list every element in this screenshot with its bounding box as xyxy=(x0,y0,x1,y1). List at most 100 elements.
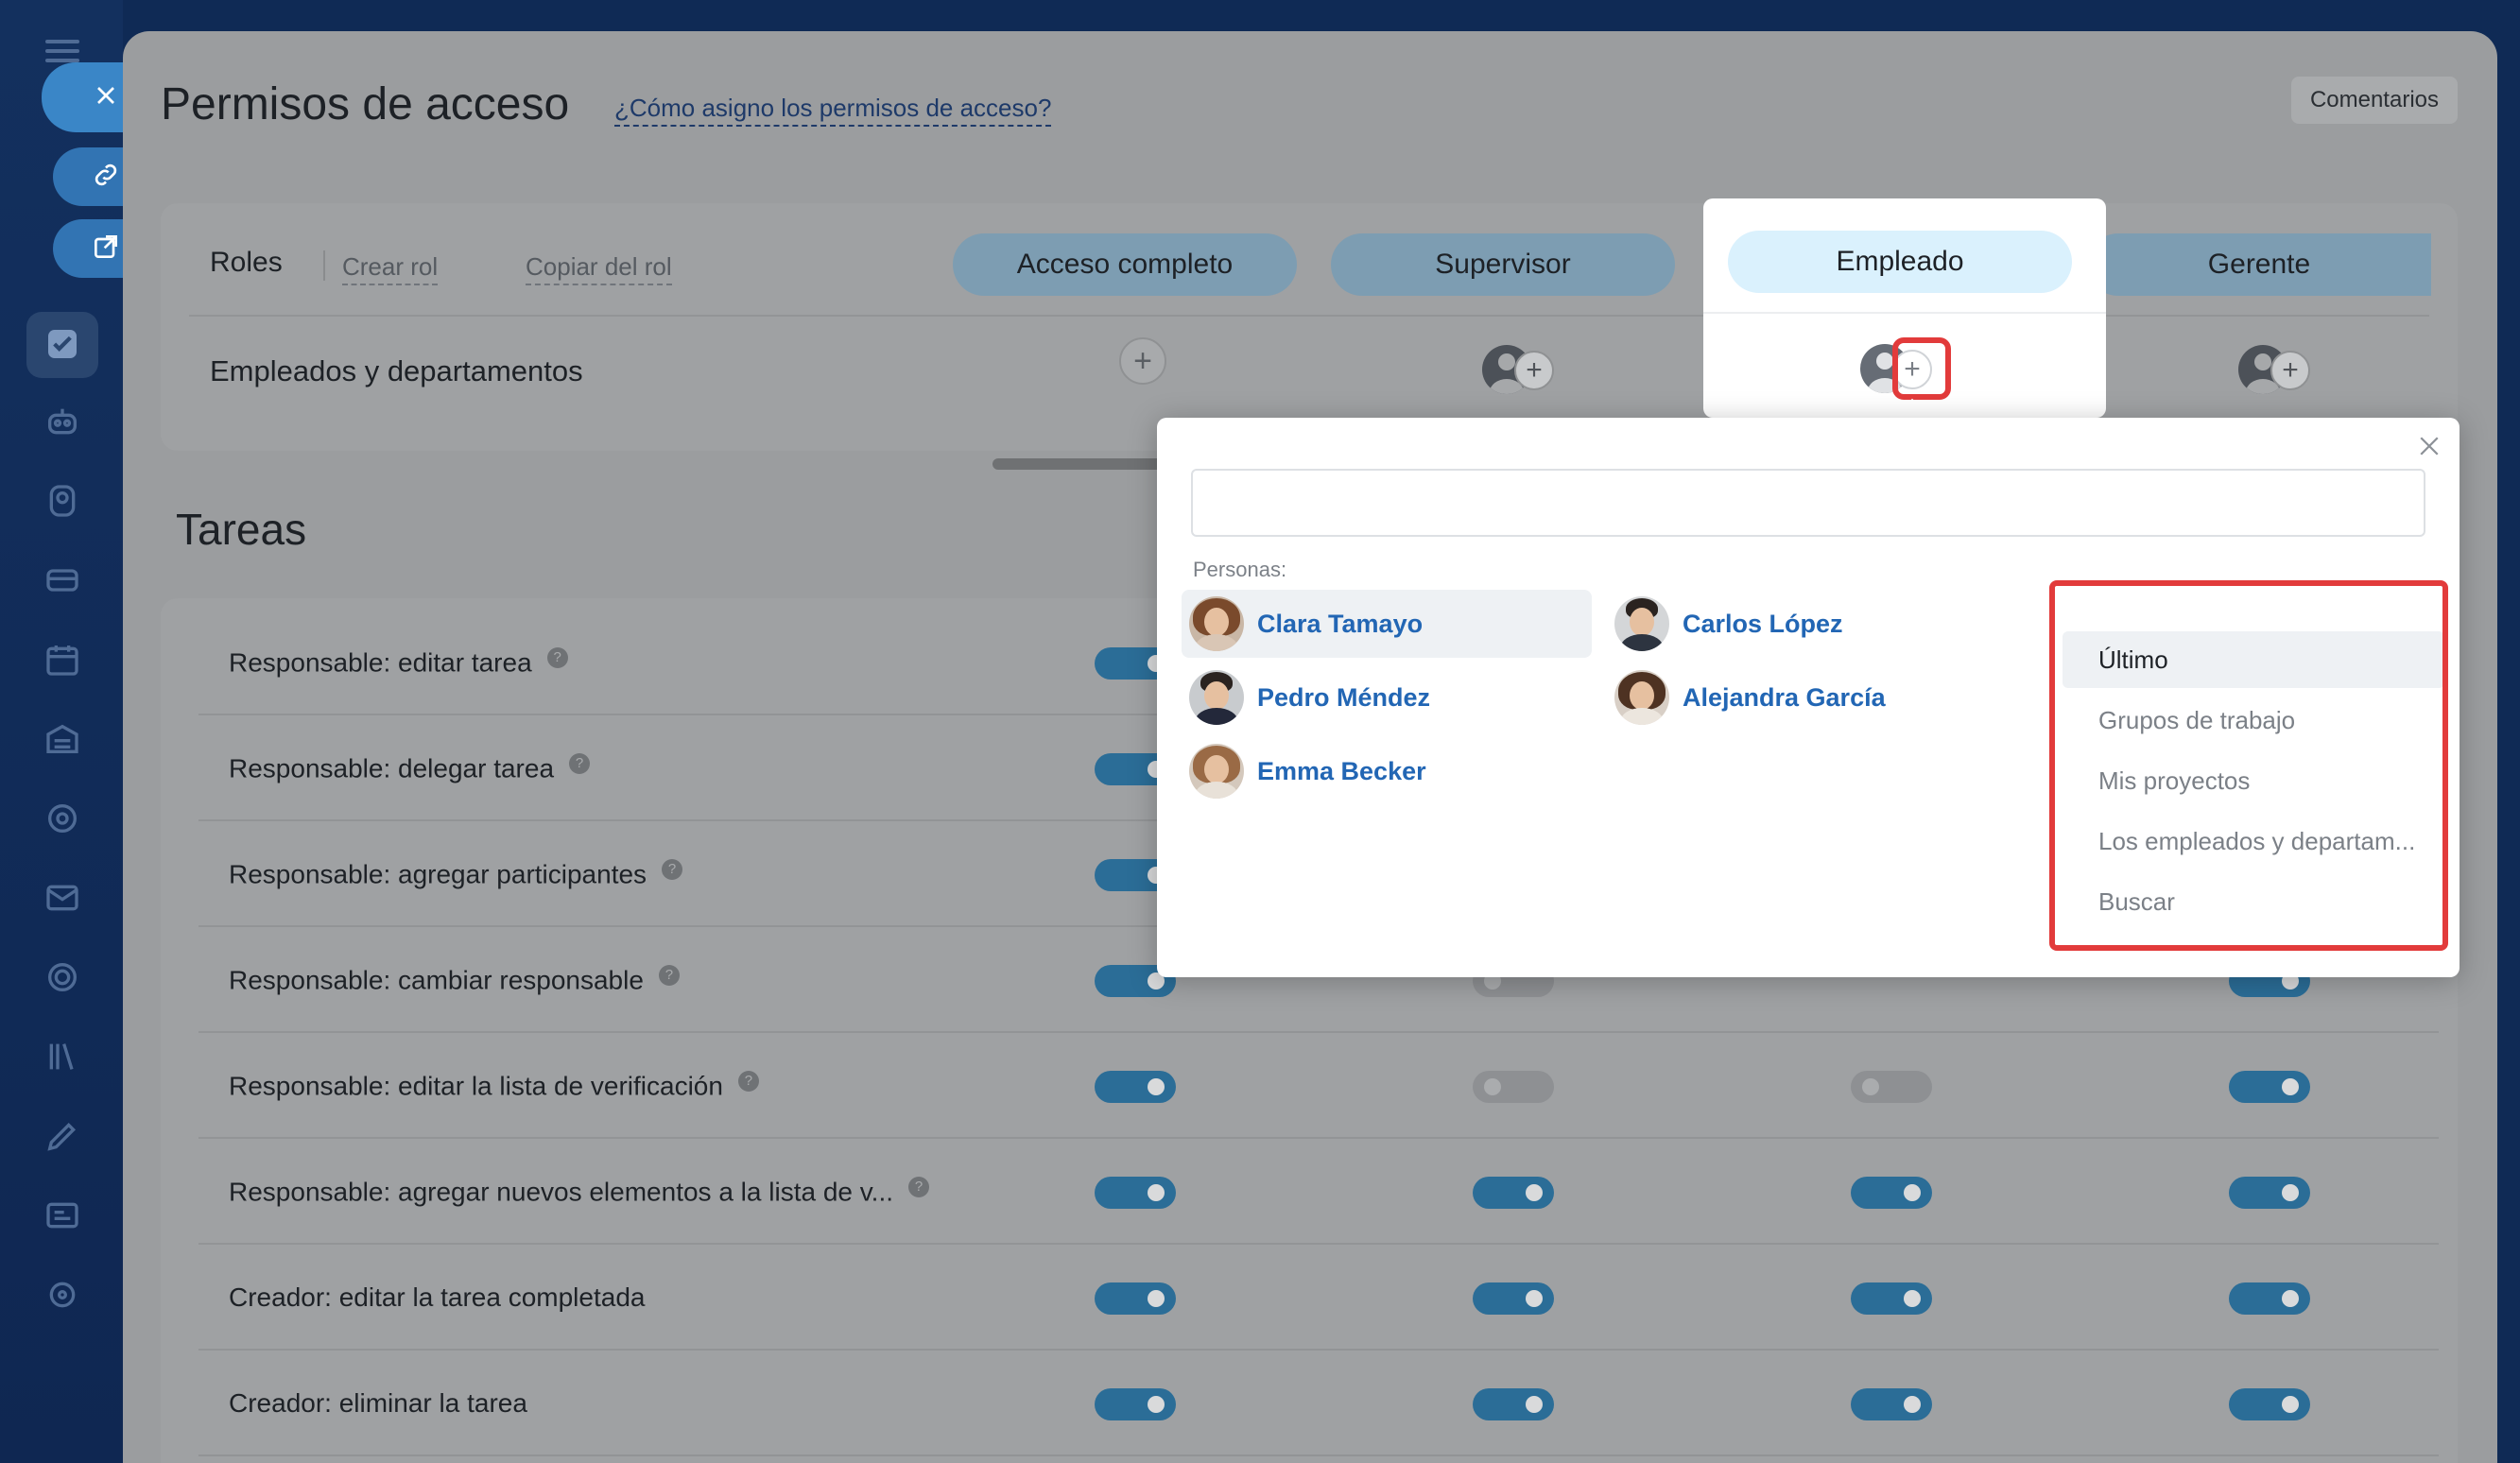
permission-toggle[interactable] xyxy=(1851,1282,1932,1315)
robot-icon[interactable] xyxy=(38,397,87,446)
permission-toggle[interactable] xyxy=(1095,1388,1176,1420)
task-permission-row: Responsable: agregar nuevos elementos a … xyxy=(198,1139,2439,1245)
warehouse-icon[interactable] xyxy=(38,714,87,764)
task-permission-label: Responsable: cambiar responsable? xyxy=(229,965,680,995)
toggle-knob xyxy=(2282,1396,2299,1413)
permission-toggle[interactable] xyxy=(1473,1388,1554,1420)
toggle-knob xyxy=(1484,1078,1501,1095)
add-member-button-supervisor[interactable]: + xyxy=(1482,341,1558,398)
permission-toggle[interactable] xyxy=(2229,1282,2310,1315)
toggle-knob xyxy=(1862,1078,1879,1095)
column-divider xyxy=(1703,312,2106,314)
plus-icon: + xyxy=(1514,351,1554,390)
task-permission-label: Responsable: delegar tarea? xyxy=(229,753,591,783)
help-icon[interactable]: ? xyxy=(737,1071,759,1092)
person-name: Clara Tamayo xyxy=(1257,609,1424,638)
toggle-knob xyxy=(1526,1396,1543,1413)
pencil-icon[interactable] xyxy=(38,1111,87,1161)
permission-toggle[interactable] xyxy=(1095,1282,1176,1315)
toggle-knob xyxy=(1904,1396,1921,1413)
person-name: Emma Becker xyxy=(1257,756,1426,785)
target-icon[interactable] xyxy=(38,794,87,843)
invoice-icon[interactable] xyxy=(38,1191,87,1240)
task-permission-text: Responsable: delegar tarea xyxy=(229,753,555,783)
brain-icon[interactable] xyxy=(38,476,87,525)
role-column-supervisor[interactable]: Supervisor xyxy=(1331,233,1675,296)
role-column-manager[interactable]: Gerente xyxy=(2087,233,2431,296)
task-permission-text: Creador: editar la tarea completada xyxy=(229,1282,646,1312)
avatar xyxy=(1614,596,1669,651)
role-column-employee[interactable]: Empleado xyxy=(1728,231,2072,293)
permission-toggle[interactable] xyxy=(1851,1388,1932,1420)
help-icon[interactable]: ? xyxy=(658,965,680,986)
toggle-knob xyxy=(1526,1184,1543,1201)
calendar-icon[interactable] xyxy=(38,635,87,684)
help-icon[interactable]: ? xyxy=(569,753,591,774)
person-name: Alejandra García xyxy=(1683,682,1886,712)
task-permission-text: Responsable: agregar nuevos elementos a … xyxy=(229,1177,894,1207)
library-icon[interactable] xyxy=(38,1032,87,1081)
comments-button[interactable]: Comentarios xyxy=(2290,77,2458,124)
task-permission-text: Responsable: agregar participantes xyxy=(229,859,647,889)
search-input[interactable] xyxy=(1191,469,2425,537)
mail-icon[interactable] xyxy=(38,873,87,922)
task-permission-label: Responsable: editar la lista de verifica… xyxy=(229,1071,759,1101)
permission-toggle[interactable] xyxy=(1473,1282,1554,1315)
permission-toggle[interactable] xyxy=(2229,1388,2310,1420)
help-icon[interactable]: ? xyxy=(662,859,683,880)
page-title: Permisos de acceso xyxy=(161,79,570,129)
person-clara-tamayo[interactable]: Clara Tamayo xyxy=(1182,590,1592,658)
person-alejandra-garcia[interactable]: Alejandra García xyxy=(1607,663,2017,732)
permission-toggle[interactable] xyxy=(2229,1177,2310,1209)
permission-toggle[interactable] xyxy=(1851,1177,1932,1209)
help-icon[interactable]: ? xyxy=(908,1177,930,1197)
link-icon xyxy=(91,160,121,195)
help-link[interactable]: ¿Cómo asigno los permisos de acceso? xyxy=(614,94,1052,127)
toggle-knob xyxy=(1148,1396,1165,1413)
task-permission-row: Creador: eliminar la tarea xyxy=(198,1351,2439,1456)
task-permission-row: Responsable: editar la lista de verifica… xyxy=(198,1033,2439,1139)
toggle-knob xyxy=(1148,1184,1165,1201)
role-column-full-access[interactable]: Acceso completo xyxy=(953,233,1297,296)
toggle-knob xyxy=(2282,1078,2299,1095)
add-member-button-full-access[interactable]: + xyxy=(1119,337,1166,385)
plus-icon: + xyxy=(1133,342,1152,379)
toggle-knob xyxy=(1148,1078,1165,1095)
toggle-knob xyxy=(1904,1290,1921,1307)
person-name: Carlos López xyxy=(1683,609,1843,638)
task-permission-label: Responsable: editar tarea? xyxy=(229,647,568,678)
toggle-knob xyxy=(1904,1184,1921,1201)
plus-icon: + xyxy=(2270,351,2310,390)
circle-icon[interactable] xyxy=(38,953,87,1002)
people-section-label: Personas: xyxy=(1193,558,1287,581)
person-pedro-mendez[interactable]: Pedro Méndez xyxy=(1182,663,1592,732)
permission-toggle[interactable] xyxy=(1473,1071,1554,1103)
create-role-link[interactable]: Crear rol xyxy=(342,252,439,285)
help-icon[interactable]: ? xyxy=(546,647,568,668)
menu-icon[interactable] xyxy=(45,40,79,62)
permission-toggle[interactable] xyxy=(1851,1071,1932,1103)
permission-toggle[interactable] xyxy=(1473,1177,1554,1209)
settings-icon[interactable] xyxy=(38,1270,87,1319)
task-permission-text: Responsable: cambiar responsable xyxy=(229,965,644,995)
permission-toggle[interactable] xyxy=(1095,1177,1176,1209)
tasks-section-title: Tareas xyxy=(176,505,307,554)
copy-role-link[interactable]: Copiar del rol xyxy=(526,252,672,285)
person-name: Pedro Méndez xyxy=(1257,682,1431,712)
task-permission-label: Responsable: agregar participantes? xyxy=(229,859,683,889)
add-member-button-manager[interactable]: + xyxy=(2238,341,2314,398)
highlight-box-menu xyxy=(2049,580,2448,951)
avatar xyxy=(1189,744,1244,799)
toggle-knob xyxy=(1148,1290,1165,1307)
person-carlos-lopez[interactable]: Carlos López xyxy=(1607,590,2017,658)
external-link-icon xyxy=(91,232,121,267)
member-selector-popup: Personas: Clara Tamayo Carlos López Pedr… xyxy=(1157,418,2460,977)
close-popup-button[interactable] xyxy=(2410,427,2448,465)
person-emma-becker[interactable]: Emma Becker xyxy=(1182,737,1592,805)
card-icon[interactable] xyxy=(38,556,87,605)
checkbox-icon[interactable] xyxy=(38,319,87,369)
toggle-knob xyxy=(1526,1290,1543,1307)
permission-toggle[interactable] xyxy=(2229,1071,2310,1103)
employees-departments-label: Empleados y departamentos xyxy=(210,354,583,387)
permission-toggle[interactable] xyxy=(1095,1071,1176,1103)
